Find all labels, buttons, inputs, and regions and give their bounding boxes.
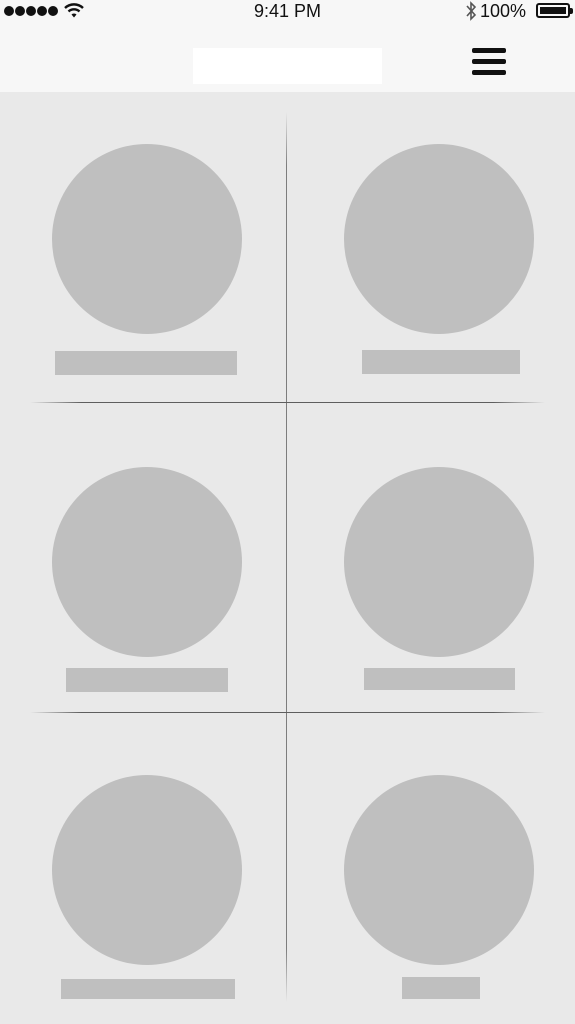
battery-icon [536,3,570,18]
grid-item[interactable] [0,92,286,402]
battery-percent: 100% [480,1,527,21]
item-image-placeholder [344,467,534,657]
battery-tip [570,8,573,14]
item-label-placeholder [364,668,515,690]
item-image-placeholder [344,775,534,965]
item-image-placeholder [344,144,534,334]
navigation-bar [0,24,575,92]
grid-item[interactable] [287,403,575,712]
bluetooth-icon [466,1,477,21]
item-label-placeholder [66,668,228,692]
grid-item[interactable] [287,92,575,402]
item-image-placeholder [52,144,242,334]
grid [0,92,575,1024]
item-label-placeholder [362,350,520,374]
grid-item[interactable] [287,713,575,1024]
status-bar: 9:41 PM 100% [0,0,575,24]
title-placeholder [193,48,382,84]
grid-item[interactable] [0,713,286,1024]
item-label-placeholder [55,351,237,375]
hamburger-menu-icon[interactable] [466,44,512,84]
item-label-placeholder [402,977,480,999]
item-image-placeholder [52,775,242,965]
grid-item[interactable] [0,403,286,712]
item-label-placeholder [61,979,235,999]
item-image-placeholder [52,467,242,657]
